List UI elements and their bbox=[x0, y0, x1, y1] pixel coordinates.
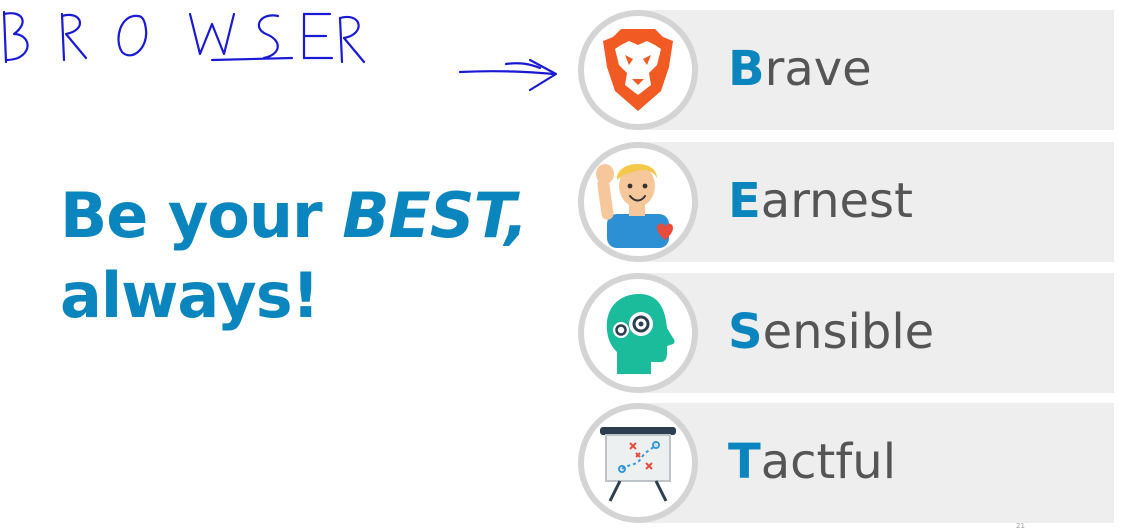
value-row-tactful: Tactful bbox=[578, 403, 1114, 523]
icon-circle bbox=[578, 273, 698, 393]
value-rest: actful bbox=[760, 434, 897, 490]
value-word: Brave bbox=[728, 39, 872, 99]
strategy-board-icon bbox=[600, 427, 676, 502]
slogan-emphasis: BEST, bbox=[342, 179, 528, 252]
slogan-prefix: Be your bbox=[60, 179, 343, 252]
icon-circle bbox=[578, 142, 698, 262]
slogan: Be your BEST, always! bbox=[60, 176, 540, 336]
slogan-line-1: Be your BEST, bbox=[60, 176, 540, 256]
hand-drawn-arrow-icon bbox=[458, 58, 558, 92]
value-word: Tactful bbox=[728, 432, 896, 492]
value-word: Earnest bbox=[728, 171, 913, 231]
value-row-brave: Brave bbox=[578, 10, 1114, 130]
slogan-line-2: always! bbox=[60, 259, 320, 332]
value-row-sensible: Sensible bbox=[578, 273, 1114, 393]
value-word: Sensible bbox=[728, 302, 934, 362]
icon-circle bbox=[578, 10, 698, 130]
value-rest: rave bbox=[764, 41, 872, 97]
page-number: 21 bbox=[1016, 522, 1025, 530]
value-initial: B bbox=[728, 41, 765, 97]
value-row-earnest: Earnest bbox=[578, 142, 1114, 262]
value-rest: arnest bbox=[760, 173, 913, 229]
brave-lion-icon bbox=[603, 29, 673, 111]
head-gears-icon bbox=[606, 294, 675, 374]
value-rest: ensible bbox=[762, 304, 935, 360]
slide: Be your BEST, always! Brave Earnest Sens… bbox=[0, 0, 1128, 531]
value-band bbox=[638, 10, 1114, 130]
value-initial: E bbox=[728, 173, 761, 229]
waving-person-icon bbox=[596, 163, 673, 248]
icon-circle bbox=[578, 403, 698, 523]
value-initial: T bbox=[728, 434, 761, 490]
value-initial: S bbox=[728, 304, 763, 360]
